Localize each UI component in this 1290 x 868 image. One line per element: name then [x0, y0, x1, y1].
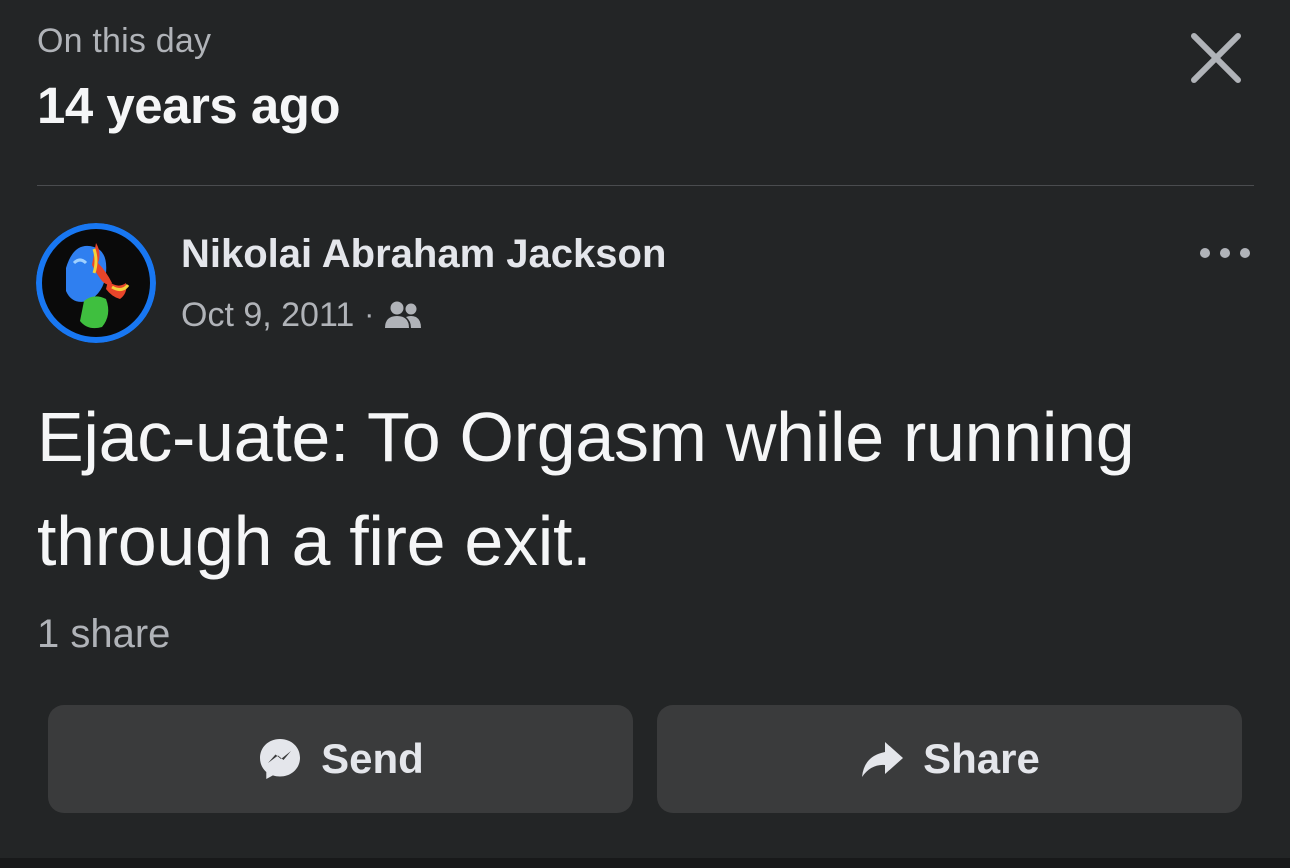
messenger-icon [257, 736, 303, 782]
bottom-edge [0, 858, 1290, 868]
memory-title: 14 years ago [37, 77, 341, 134]
close-button[interactable] [1186, 28, 1246, 88]
more-options-button[interactable] [1196, 236, 1254, 270]
header-divider [37, 185, 1254, 186]
post-meta: Oct 9, 2011 · [181, 293, 422, 337]
close-icon [1191, 33, 1241, 83]
post-date[interactable]: Oct 9, 2011 [181, 296, 354, 335]
share-arrow-icon [859, 736, 905, 782]
author-name[interactable]: Nikolai Abraham Jackson [181, 232, 666, 277]
share-label: Share [923, 735, 1040, 782]
more-horizontal-icon [1200, 248, 1250, 258]
avatar-image [36, 223, 156, 343]
share-button[interactable]: Share [657, 705, 1242, 813]
meta-separator: · [364, 298, 375, 331]
send-button[interactable]: Send [48, 705, 633, 813]
share-count[interactable]: 1 share [37, 612, 170, 657]
friends-icon [384, 300, 422, 330]
memory-kicker: On this day [37, 22, 212, 60]
memory-card: On this day 14 years ago Nikolai Abraham… [0, 0, 1290, 868]
send-label: Send [321, 735, 424, 782]
post-text: Ejac-uate: To Orgasm while running throu… [37, 398, 1135, 580]
avatar[interactable] [36, 223, 156, 343]
